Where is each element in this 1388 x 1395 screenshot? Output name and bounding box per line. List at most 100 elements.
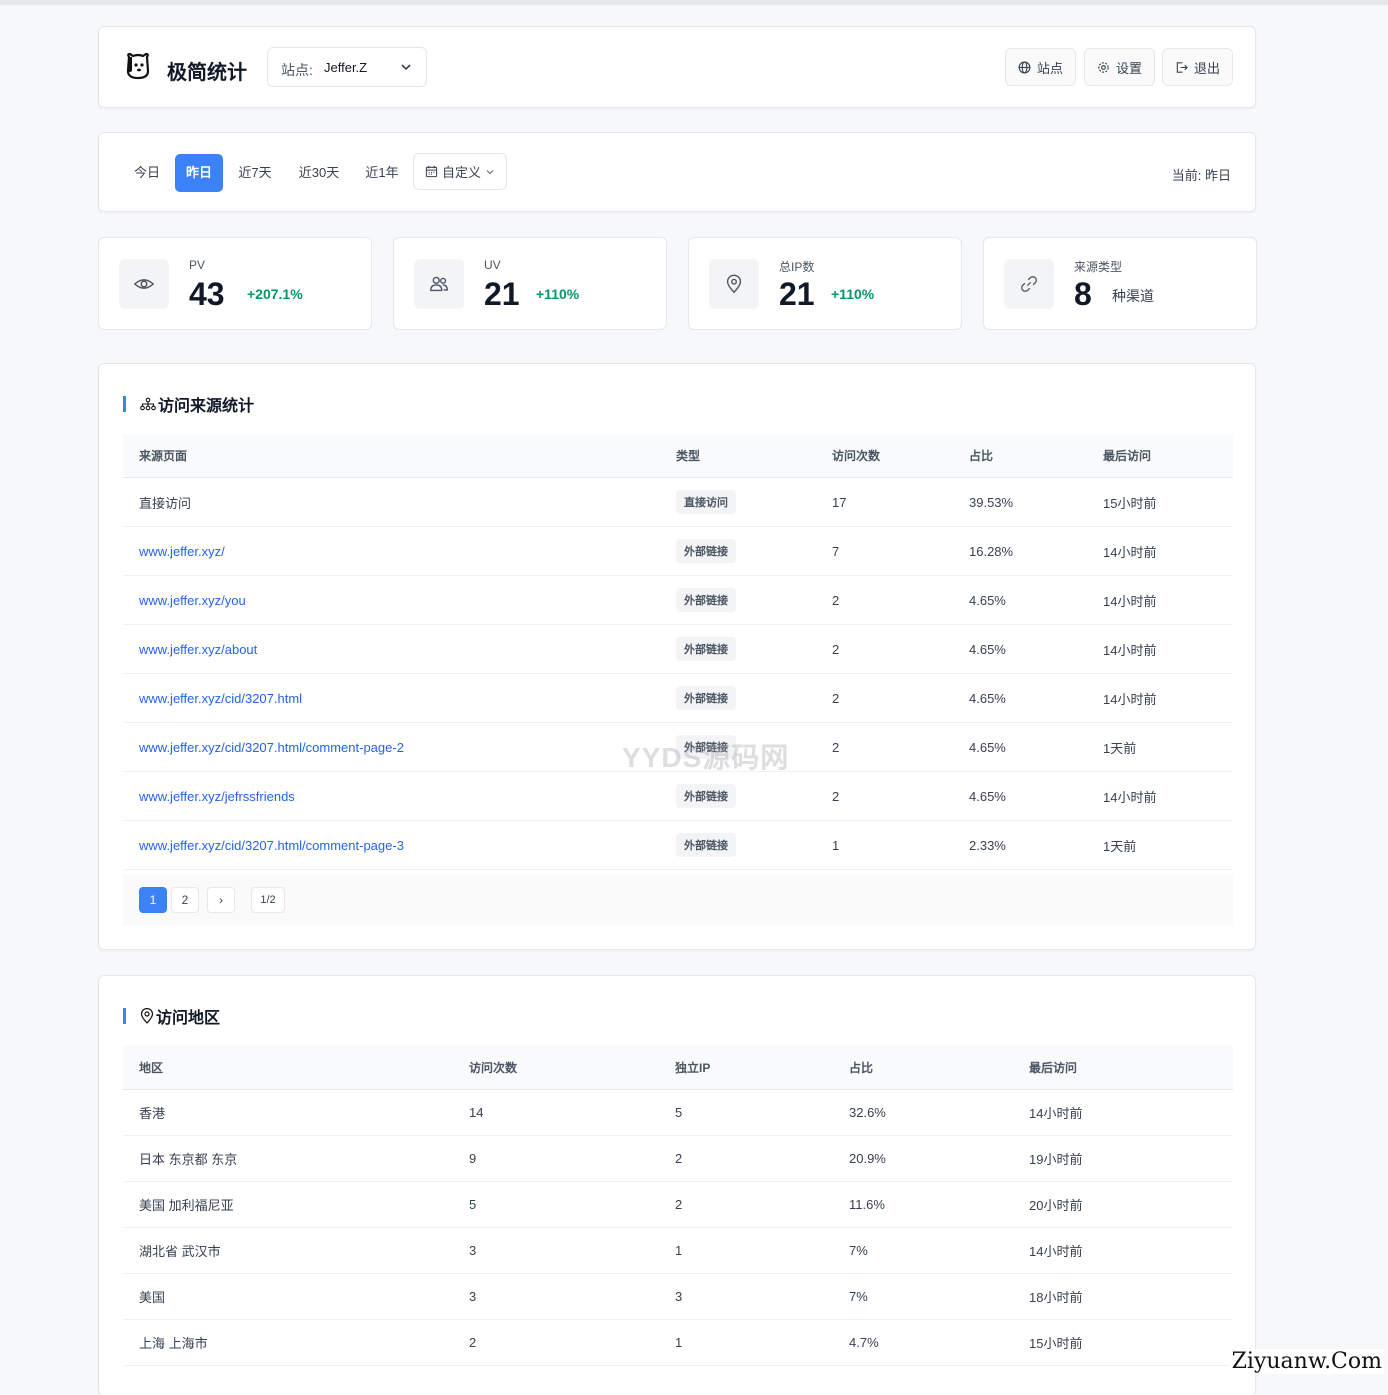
stat-value: 8	[1074, 276, 1092, 312]
map-pin-icon	[140, 1008, 154, 1024]
stat-change: +110%	[831, 286, 875, 302]
chevron-down-icon	[401, 64, 411, 71]
stat-value: 21	[779, 276, 815, 312]
stat-value: 43	[189, 276, 225, 312]
table-row: www.jeffer.xyz/about 外部链接 2 4.65% 14小时前	[123, 624, 1233, 674]
stat-change: +110%	[536, 286, 580, 302]
browser-top-edge	[0, 0, 1388, 5]
settings-button[interactable]: 设置	[1084, 48, 1155, 86]
last-visit-cell: 14小时前	[1087, 575, 1233, 625]
visits-cell: 17	[816, 477, 953, 527]
eye-icon	[119, 259, 169, 309]
ratio-cell: 4.65%	[953, 771, 1087, 821]
stat-change: +207.1%	[247, 286, 303, 302]
range-30-days[interactable]: 近30天	[289, 154, 349, 192]
regions-table: 地区 访问次数 独立IP 占比 最后访问 香港 14 5 32.6% 14小时前…	[123, 1046, 1233, 1366]
column-header: 占比	[953, 434, 1087, 478]
site-select[interactable]: 站点: Jeffer.Z	[267, 47, 427, 87]
table-row: 美国 3 3 7% 18小时前	[123, 1273, 1233, 1320]
current-range-label: 当前: 昨日	[1171, 168, 1231, 183]
ratio-cell: 39.53%	[953, 477, 1087, 527]
region-cell: 美国	[123, 1273, 453, 1320]
regions-title-text: 访问地区	[156, 1010, 221, 1027]
site-select-label: 站点:	[281, 62, 313, 78]
source-page: 直接访问	[123, 477, 660, 527]
type-badge: 外部链接	[676, 833, 736, 857]
visits-cell: 7	[816, 526, 953, 576]
stat-card-uv: UV 21 +110%	[393, 237, 667, 330]
visits-cell: 2	[453, 1319, 659, 1366]
visits-cell: 9	[453, 1135, 659, 1182]
table-row: 美国 加利福尼亚 5 2 11.6% 20小时前	[123, 1181, 1233, 1228]
table-header-row: 地区 访问次数 独立IP 占比 最后访问	[123, 1046, 1233, 1090]
table-row: 日本 东京都 东京 9 2 20.9% 19小时前	[123, 1135, 1233, 1182]
last-visit-cell: 1天前	[1087, 722, 1233, 772]
last-visit-cell: 14小时前	[1087, 771, 1233, 821]
source-page-link[interactable]: www.jeffer.xyz/cid/3207.html/comment-pag…	[123, 722, 660, 772]
unique-ip-cell: 2	[659, 1181, 833, 1228]
stat-label: 总IP数	[779, 260, 815, 274]
type-badge: 外部链接	[676, 539, 736, 563]
stat-card-pv: PV 43 +207.1%	[98, 237, 372, 330]
logout-icon	[1176, 61, 1188, 73]
source-page-link[interactable]: www.jeffer.xyz/	[123, 526, 660, 576]
visits-cell: 5	[453, 1181, 659, 1228]
range-yesterday[interactable]: 昨日	[175, 154, 223, 192]
page-button-1[interactable]: 1	[139, 887, 167, 913]
app-title: 极简统计	[167, 62, 247, 84]
source-page-link[interactable]: www.jeffer.xyz/you	[123, 575, 660, 625]
ratio-cell: 4.7%	[833, 1319, 1013, 1366]
link-icon	[1004, 259, 1054, 309]
column-header: 最后访问	[1013, 1046, 1233, 1090]
sites-button-label: 站点	[1036, 60, 1063, 76]
visits-cell: 2	[816, 722, 953, 772]
visits-cell: 3	[453, 1227, 659, 1274]
range-1-year[interactable]: 近1年	[359, 154, 405, 192]
range-7-days[interactable]: 近7天	[231, 154, 279, 192]
logout-button[interactable]: 退出	[1162, 48, 1233, 86]
table-row: www.jeffer.xyz/ 外部链接 7 16.28% 14小时前	[123, 526, 1233, 576]
gear-icon	[1098, 61, 1109, 73]
regions-section-title: 访问地区	[123, 1004, 220, 1028]
range-today[interactable]: 今日	[125, 154, 169, 192]
center-watermark: YYDS源码网	[622, 742, 790, 773]
source-page-link[interactable]: www.jeffer.xyz/cid/3207.html/comment-pag…	[123, 820, 660, 870]
ratio-cell: 32.6%	[833, 1089, 1013, 1136]
table-row: 湖北省 武汉市 3 1 7% 14小时前	[123, 1227, 1233, 1274]
unique-ip-cell: 3	[659, 1273, 833, 1320]
custom-range-label: 自定义	[441, 165, 481, 180]
page-button-2[interactable]: 2	[171, 887, 199, 913]
column-header: 地区	[123, 1046, 453, 1090]
last-visit-cell: 14小时前	[1013, 1089, 1233, 1136]
stat-label: UV	[484, 258, 501, 272]
table-row: 香港 14 5 32.6% 14小时前	[123, 1089, 1233, 1136]
column-header: 最后访问	[1087, 434, 1233, 478]
next-page-button[interactable]: ›	[207, 887, 235, 913]
stat-value: 21	[484, 276, 520, 312]
column-header: 访问次数	[816, 434, 953, 478]
visits-cell: 3	[453, 1273, 659, 1320]
column-header: 来源页面	[123, 434, 660, 478]
column-header: 独立IP	[659, 1046, 833, 1090]
source-page-link[interactable]: www.jeffer.xyz/cid/3207.html	[123, 673, 660, 723]
source-page-link[interactable]: www.jeffer.xyz/jefrssfriends	[123, 771, 660, 821]
ratio-cell: 4.65%	[953, 673, 1087, 723]
type-badge: 外部链接	[676, 784, 736, 808]
last-visit-cell: 20小时前	[1013, 1181, 1233, 1228]
title-accent-bar	[123, 1008, 126, 1024]
unique-ip-cell: 5	[659, 1089, 833, 1136]
ratio-cell: 4.65%	[953, 575, 1087, 625]
sitemap-icon	[140, 397, 156, 411]
ratio-cell: 7%	[833, 1273, 1013, 1320]
type-badge: 直接访问	[676, 490, 736, 514]
custom-range-button[interactable]: 自定义	[413, 153, 507, 190]
settings-button-label: 设置	[1115, 60, 1142, 76]
source-page-link[interactable]: www.jeffer.xyz/about	[123, 624, 660, 674]
sites-button[interactable]: 站点	[1005, 48, 1076, 86]
ratio-cell: 20.9%	[833, 1135, 1013, 1182]
last-visit-cell: 14小时前	[1087, 526, 1233, 576]
visits-cell: 2	[816, 673, 953, 723]
date-filter-card: 今日 昨日 近7天 近30天 近1年 自定义 当前: 昨日	[98, 132, 1256, 212]
pagination: 1 2 › 1/2	[123, 874, 1233, 926]
ratio-cell: 2.33%	[953, 820, 1087, 870]
